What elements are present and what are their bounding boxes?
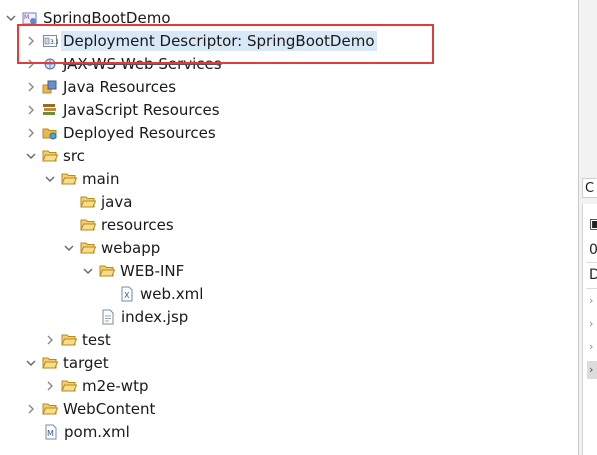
web-services-icon xyxy=(42,56,58,72)
svg-text:M: M xyxy=(47,429,54,438)
tree-label: Deployment Descriptor: SpringBootDemo xyxy=(61,31,377,51)
tree-row-web-inf[interactable]: WEB-INF xyxy=(81,260,186,282)
tree-label: JAX-WS Web Services xyxy=(63,55,222,73)
tree-label: SpringBootDemo xyxy=(43,9,171,27)
tree-label: java xyxy=(101,193,133,211)
tree-row-main[interactable]: main xyxy=(43,168,121,190)
tree-row-javascript-resources[interactable]: JavaScript Resources xyxy=(24,99,222,121)
javascript-resources-icon xyxy=(42,102,58,118)
tree-row-java-resources[interactable]: Java Resources xyxy=(24,76,178,98)
collapse-arrow-icon[interactable] xyxy=(4,7,18,29)
divider xyxy=(586,262,597,263)
deployed-resources-icon xyxy=(42,125,58,141)
right-panel-icon-fragment: ▣ xyxy=(589,216,597,232)
tree-label: test xyxy=(82,331,111,349)
svg-text:X: X xyxy=(124,291,130,300)
right-side-panel: C ▣ 0 D › › › › xyxy=(579,0,597,455)
chevron-right-icon[interactable]: › xyxy=(589,294,593,307)
deployment-descriptor-icon: 3.1 xyxy=(42,33,58,49)
expand-arrow-icon[interactable] xyxy=(24,398,38,420)
tree-row-src[interactable]: src xyxy=(24,145,87,167)
tree-row-resources[interactable]: resources xyxy=(80,214,176,236)
expand-arrow-icon[interactable] xyxy=(24,53,38,75)
expand-arrow-icon[interactable] xyxy=(24,76,38,98)
chevron-right-icon[interactable]: › xyxy=(587,361,597,379)
open-folder-icon xyxy=(61,171,77,187)
open-folder-icon xyxy=(80,194,96,210)
collapse-arrow-icon[interactable] xyxy=(24,145,38,167)
open-folder-icon xyxy=(80,240,96,256)
tree-label: Java Resources xyxy=(63,78,177,96)
collapse-arrow-icon[interactable] xyxy=(43,168,57,190)
maven-pom-icon: M xyxy=(43,424,59,440)
tree-label: WEB-INF xyxy=(120,262,185,280)
open-folder-icon xyxy=(99,263,115,279)
expand-arrow-icon[interactable] xyxy=(43,329,57,351)
tree-label: pom.xml xyxy=(64,423,130,441)
expand-arrow-icon[interactable] xyxy=(24,122,38,144)
tree-label: web.xml xyxy=(140,285,204,303)
svg-text:M: M xyxy=(24,14,29,21)
folder-icon xyxy=(61,332,77,348)
right-panel-content: ▣ 0 D › › › › xyxy=(582,204,597,455)
expand-arrow-icon[interactable] xyxy=(43,375,57,397)
tree-label: index.jsp xyxy=(121,308,189,326)
open-folder-icon xyxy=(80,217,96,233)
chevron-right-icon[interactable]: › xyxy=(589,340,593,353)
tree-label: WebContent xyxy=(63,400,156,418)
open-folder-icon xyxy=(42,148,58,164)
expand-arrow-icon[interactable] xyxy=(24,30,38,52)
tree-row-java[interactable]: java xyxy=(80,191,134,213)
tree-label: resources xyxy=(101,216,174,234)
tree-row-index-jsp[interactable]: index.jsp xyxy=(100,306,190,328)
tree-label: m2e-wtp xyxy=(82,377,149,395)
expand-arrow-icon[interactable] xyxy=(24,99,38,121)
tree-row-project[interactable]: M SpringBootDemo xyxy=(4,7,173,29)
tree-label: webapp xyxy=(101,239,161,257)
right-panel-letter: D xyxy=(589,267,597,283)
tree-row-web-xml[interactable]: X web.xml xyxy=(119,283,205,305)
tree-row-test[interactable]: test xyxy=(43,329,113,351)
collapse-arrow-icon[interactable] xyxy=(24,352,38,374)
java-resources-icon xyxy=(42,79,58,95)
tree-label: Deployed Resources xyxy=(63,124,216,142)
tree-row-pom-xml[interactable]: M pom.xml xyxy=(43,421,132,443)
tree-label: src xyxy=(63,147,85,165)
divider xyxy=(586,288,597,289)
collapse-arrow-icon[interactable] xyxy=(62,237,76,259)
tree-row-deployed-resources[interactable]: Deployed Resources xyxy=(24,122,218,144)
xml-file-icon: X xyxy=(119,286,135,302)
svg-text:3.1: 3.1 xyxy=(50,39,58,46)
tree-label: target xyxy=(63,354,109,372)
tree-label: JavaScript Resources xyxy=(63,101,220,119)
tree-row-m2e-wtp[interactable]: m2e-wtp xyxy=(43,375,150,397)
jsp-file-icon xyxy=(100,309,116,325)
folder-icon xyxy=(42,401,58,417)
tree-row-target[interactable]: target xyxy=(24,352,111,374)
project-explorer-tree: M SpringBootDemo 3.1 Deployment Descript… xyxy=(0,0,578,455)
collapse-arrow-icon[interactable] xyxy=(81,260,95,282)
maven-web-project-icon: M xyxy=(22,10,38,26)
tree-row-webapp[interactable]: webapp xyxy=(62,237,162,259)
right-panel-tab[interactable]: C xyxy=(582,178,597,198)
tree-row-deployment-descriptor[interactable]: 3.1 Deployment Descriptor: SpringBootDem… xyxy=(24,30,377,52)
open-folder-icon xyxy=(42,355,58,371)
tree-row-webcontent[interactable]: WebContent xyxy=(24,398,157,420)
chevron-right-icon[interactable]: › xyxy=(589,317,593,330)
tree-label: main xyxy=(82,170,120,188)
folder-icon xyxy=(61,378,77,394)
tree-row-jax-ws[interactable]: JAX-WS Web Services xyxy=(24,53,224,75)
right-panel-count: 0 xyxy=(589,242,597,258)
